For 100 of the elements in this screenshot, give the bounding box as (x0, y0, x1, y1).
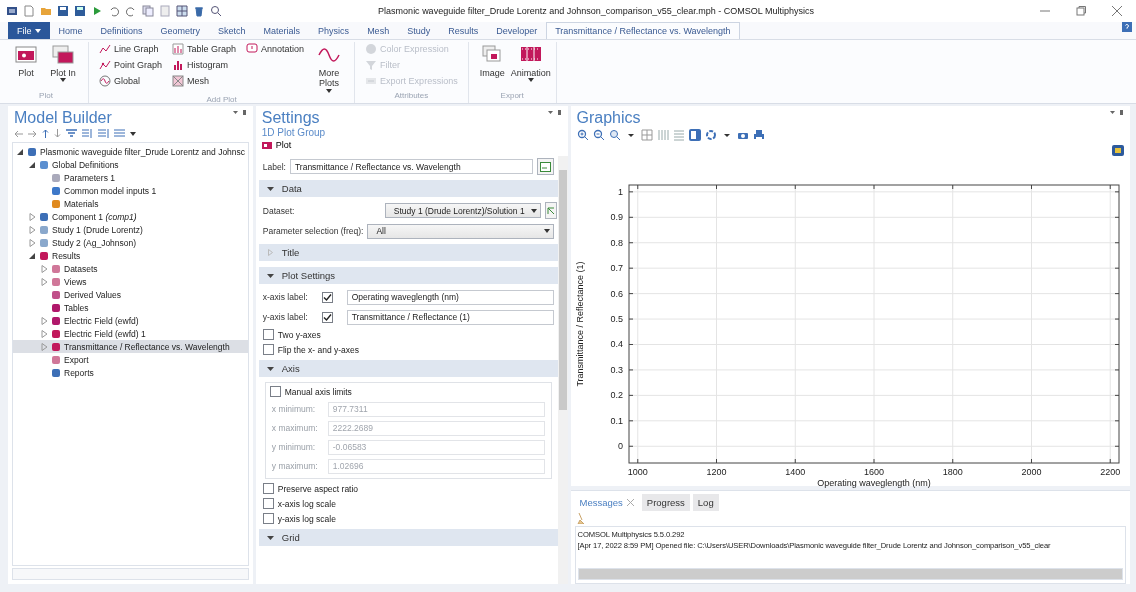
ribbon-button[interactable]: Global (97, 74, 165, 88)
ribbon-button[interactable]: Table Graph (170, 42, 239, 56)
panel-menu-icon[interactable] (232, 109, 247, 117)
play-icon[interactable] (91, 5, 103, 17)
trash-icon[interactable] (193, 5, 205, 17)
app-icon[interactable] (6, 5, 18, 17)
scrollbar[interactable] (12, 568, 249, 580)
tree-item[interactable]: Study 2 (Ag_Johnson) (13, 236, 248, 249)
tree-item[interactable]: Component 1 (comp1) (13, 210, 248, 223)
tree-item[interactable]: Results (13, 249, 248, 262)
dropdown[interactable]: Study 1 (Drude Lorentz)/Solution 1 (384, 203, 541, 218)
section-header[interactable]: Grid (258, 529, 558, 546)
ribbon-button[interactable]: Point Graph (97, 58, 165, 72)
ribbon-button[interactable]: Histogram (170, 58, 239, 72)
save-icon[interactable] (57, 5, 69, 17)
folder-icon[interactable] (40, 5, 52, 17)
tree-item[interactable]: Reports (13, 366, 248, 379)
panel-icon[interactable] (688, 129, 701, 141)
ribbon-tab[interactable]: Study (398, 22, 440, 39)
tree-item[interactable]: Export (13, 353, 248, 366)
up-arrow-icon[interactable] (42, 129, 49, 138)
section-header[interactable]: Data (258, 180, 558, 197)
ribbon-tab[interactable]: Transmittance / Reflectance vs. Wavelength (546, 22, 740, 39)
filter-icon[interactable] (66, 129, 77, 138)
ribbon-button[interactable]: Line Graph (97, 42, 165, 56)
zoom-in-icon[interactable] (576, 129, 589, 141)
save-icon[interactable] (74, 5, 86, 17)
scrollbar[interactable] (557, 156, 568, 584)
down-arrow-icon[interactable] (54, 129, 61, 138)
tree-item[interactable]: Common model inputs 1 (13, 184, 248, 197)
ribbon-button[interactable]: More Plots (312, 42, 347, 95)
tree-item[interactable]: Tables (13, 301, 248, 314)
list-icon[interactable] (98, 129, 109, 138)
checkbox[interactable] (262, 344, 274, 355)
close-icon[interactable] (1112, 6, 1122, 16)
section-header[interactable]: Axis (258, 360, 558, 377)
redo-icon[interactable] (125, 5, 137, 17)
close-icon[interactable] (626, 499, 634, 506)
goto-source-button[interactable] (544, 202, 557, 219)
grid-icon[interactable] (176, 5, 188, 17)
zoom-out-icon[interactable] (592, 129, 605, 141)
text-field[interactable]: Transmittance / Reflectance (1) (346, 309, 554, 325)
tree-item[interactable]: Derived Values (13, 288, 248, 301)
ribbon-button[interactable]: Annotation (244, 42, 307, 56)
checkbox[interactable] (262, 498, 274, 509)
broom-icon[interactable] (576, 513, 586, 524)
text-field[interactable]: Operating waveglength (nm) (346, 289, 554, 305)
ribbon-button[interactable]: Mesh (170, 74, 239, 88)
checkbox[interactable] (269, 386, 281, 397)
tree-item[interactable]: Views (13, 275, 248, 288)
undo-icon[interactable] (108, 5, 120, 17)
scrollbar[interactable] (577, 568, 1123, 580)
scene-icon[interactable] (1112, 145, 1124, 156)
expanded-arrow-icon[interactable] (29, 251, 36, 260)
section-header[interactable]: Plot Settings (258, 267, 558, 284)
ribbon-tab[interactable]: Sketch (209, 22, 255, 39)
ribbon-tab[interactable]: Home (49, 22, 92, 39)
plot-button[interactable]: Plot (255, 138, 298, 156)
ring-icon[interactable] (704, 129, 717, 141)
ribbon-tab[interactable]: Results (439, 22, 488, 39)
ribbon-button[interactable]: Plot (12, 42, 40, 81)
help-icon[interactable] (1122, 22, 1132, 32)
tree-item[interactable]: Study 1 (Drude Lorentz) (13, 223, 248, 236)
checkbox[interactable] (262, 483, 274, 494)
panel-menu-icon[interactable] (547, 109, 562, 117)
label-button[interactable] (536, 158, 554, 175)
copy-icon[interactable] (142, 5, 154, 17)
ribbon-button[interactable]: Plot In (46, 42, 80, 85)
section-header[interactable]: Title (258, 244, 558, 261)
text-field[interactable]: Transmittance / Reflectance vs. Wavelength (289, 159, 533, 174)
ribbon-tab[interactable]: Physics (309, 22, 359, 39)
checkbox[interactable] (321, 291, 333, 303)
panel-menu-icon[interactable] (1110, 109, 1124, 117)
printer-icon[interactable] (752, 129, 765, 141)
checkbox[interactable] (262, 329, 274, 340)
tree-item[interactable]: Electric Field (ewfd) (13, 314, 248, 327)
zoom-box-icon[interactable] (608, 129, 621, 141)
dropdown[interactable]: All (367, 223, 554, 239)
tree-item[interactable]: Materials (13, 197, 248, 210)
ribbon-tab[interactable]: Definitions (91, 22, 152, 39)
ribbon-tab[interactable]: Geometry (151, 22, 210, 39)
ribbon-tab[interactable]: Developer (487, 22, 547, 39)
tree-item[interactable]: Global Definitions (13, 158, 248, 171)
document-icon[interactable] (23, 5, 35, 17)
file-menu-button[interactable]: File (8, 22, 50, 39)
back-arrow-icon[interactable] (14, 129, 23, 138)
forward-arrow-icon[interactable] (28, 129, 37, 138)
tree-item[interactable]: Datasets (13, 262, 248, 275)
list-icon[interactable] (114, 129, 125, 138)
ribbon-tab[interactable]: Mesh (358, 22, 399, 39)
ribbon-button[interactable]: Image (476, 42, 508, 81)
sort-icon[interactable] (82, 129, 93, 138)
tree-item[interactable]: Electric Field (ewfd) 1 (13, 327, 248, 340)
restore-icon[interactable] (1076, 6, 1086, 16)
panel-tab[interactable]: Progress (641, 494, 690, 511)
tree-item[interactable]: Plasmonic waveguide filter_Drude Lorentz and Johnsc (13, 145, 248, 158)
checkbox[interactable] (262, 513, 274, 524)
panel-tab[interactable]: Log (692, 494, 719, 511)
checkbox[interactable] (321, 311, 333, 323)
zoom-icon[interactable] (210, 5, 222, 17)
